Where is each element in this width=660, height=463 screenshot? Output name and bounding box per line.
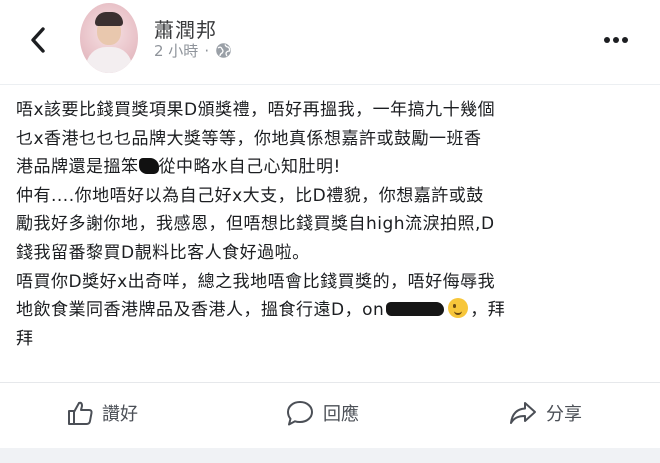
- avatar-shirt: [86, 47, 132, 73]
- post-line: 仲有....你地唔好以為自己好x大支，比D禮貌，你想嘉許或鼓: [16, 185, 484, 206]
- globe-icon: [215, 42, 232, 59]
- post-line-segment: 地飲食業同香港牌品及香港人，搵食行遠D，on: [16, 300, 385, 321]
- comment-button[interactable]: 回應: [285, 392, 359, 434]
- avatar-hair: [95, 12, 123, 26]
- avatar[interactable]: [80, 3, 138, 73]
- back-chevron-icon: [31, 27, 45, 53]
- actions-divider: [0, 382, 660, 383]
- post-text: 唔x該要比錢買獎項果D頒獎禮，唔好再搵我，一年搞九十幾個 乜x香港乜乜乜品牌大獎…: [16, 96, 644, 353]
- post-meta: 2 小時 ·: [154, 40, 232, 61]
- post-line: 唔買你D獎好x出奇咩，總之我地唔會比錢買獎的，唔好侮辱我: [16, 271, 496, 292]
- like-label: 讚好: [102, 404, 138, 425]
- meta-separator: ·: [204, 41, 210, 60]
- header-divider: [0, 84, 660, 85]
- share-label: 分享: [546, 404, 582, 425]
- more-options-button[interactable]: [596, 22, 636, 58]
- redaction-scribble: [138, 158, 159, 175]
- comment-bubble-icon: [287, 401, 313, 426]
- post-line: 地飲食業同香港牌品及香港人，搵食行遠D，on ，拜: [16, 296, 644, 325]
- author-name[interactable]: 蕭潤邦: [154, 14, 217, 43]
- post-line: 港品牌還是搵笨 從中略水自己心知肚明!: [16, 153, 644, 182]
- post-actions: 讚好 回應 分享: [0, 392, 660, 434]
- like-button[interactable]: 讚好: [66, 392, 138, 434]
- next-post-divider: [0, 448, 660, 463]
- thumbs-up-icon: [68, 401, 93, 425]
- more-options-icon: [604, 37, 628, 43]
- back-button[interactable]: [18, 22, 58, 58]
- redaction-scribble: [386, 302, 445, 317]
- wink-emoji-icon: [448, 298, 469, 319]
- share-button[interactable]: 分享: [508, 392, 582, 434]
- post-timestamp[interactable]: 2 小時: [154, 40, 198, 61]
- post-header: 蕭潤邦 2 小時 ·: [0, 0, 660, 80]
- post-line-segment: 從中略水自己心知肚明!: [158, 157, 341, 178]
- comment-label: 回應: [323, 404, 359, 425]
- post-line-segment: ，拜: [470, 300, 506, 321]
- post-line: 勵我好多謝你地，我感恩，但唔想比錢買獎自high流淚拍照,D: [16, 214, 495, 235]
- post-line-segment: 港品牌還是搵笨: [16, 157, 139, 178]
- post-line: 唔x該要比錢買獎項果D頒獎禮，唔好再搵我，一年搞九十幾個: [16, 100, 496, 120]
- share-arrow-icon: [510, 402, 536, 424]
- post-line: 錢我留番黎買D靚料比客人食好過啦。: [16, 242, 310, 263]
- post-line: 乜x香港乜乜乜品牌大獎等等，你地真係想嘉許或鼓勵一班香: [16, 128, 482, 149]
- post-line: 拜: [16, 328, 34, 349]
